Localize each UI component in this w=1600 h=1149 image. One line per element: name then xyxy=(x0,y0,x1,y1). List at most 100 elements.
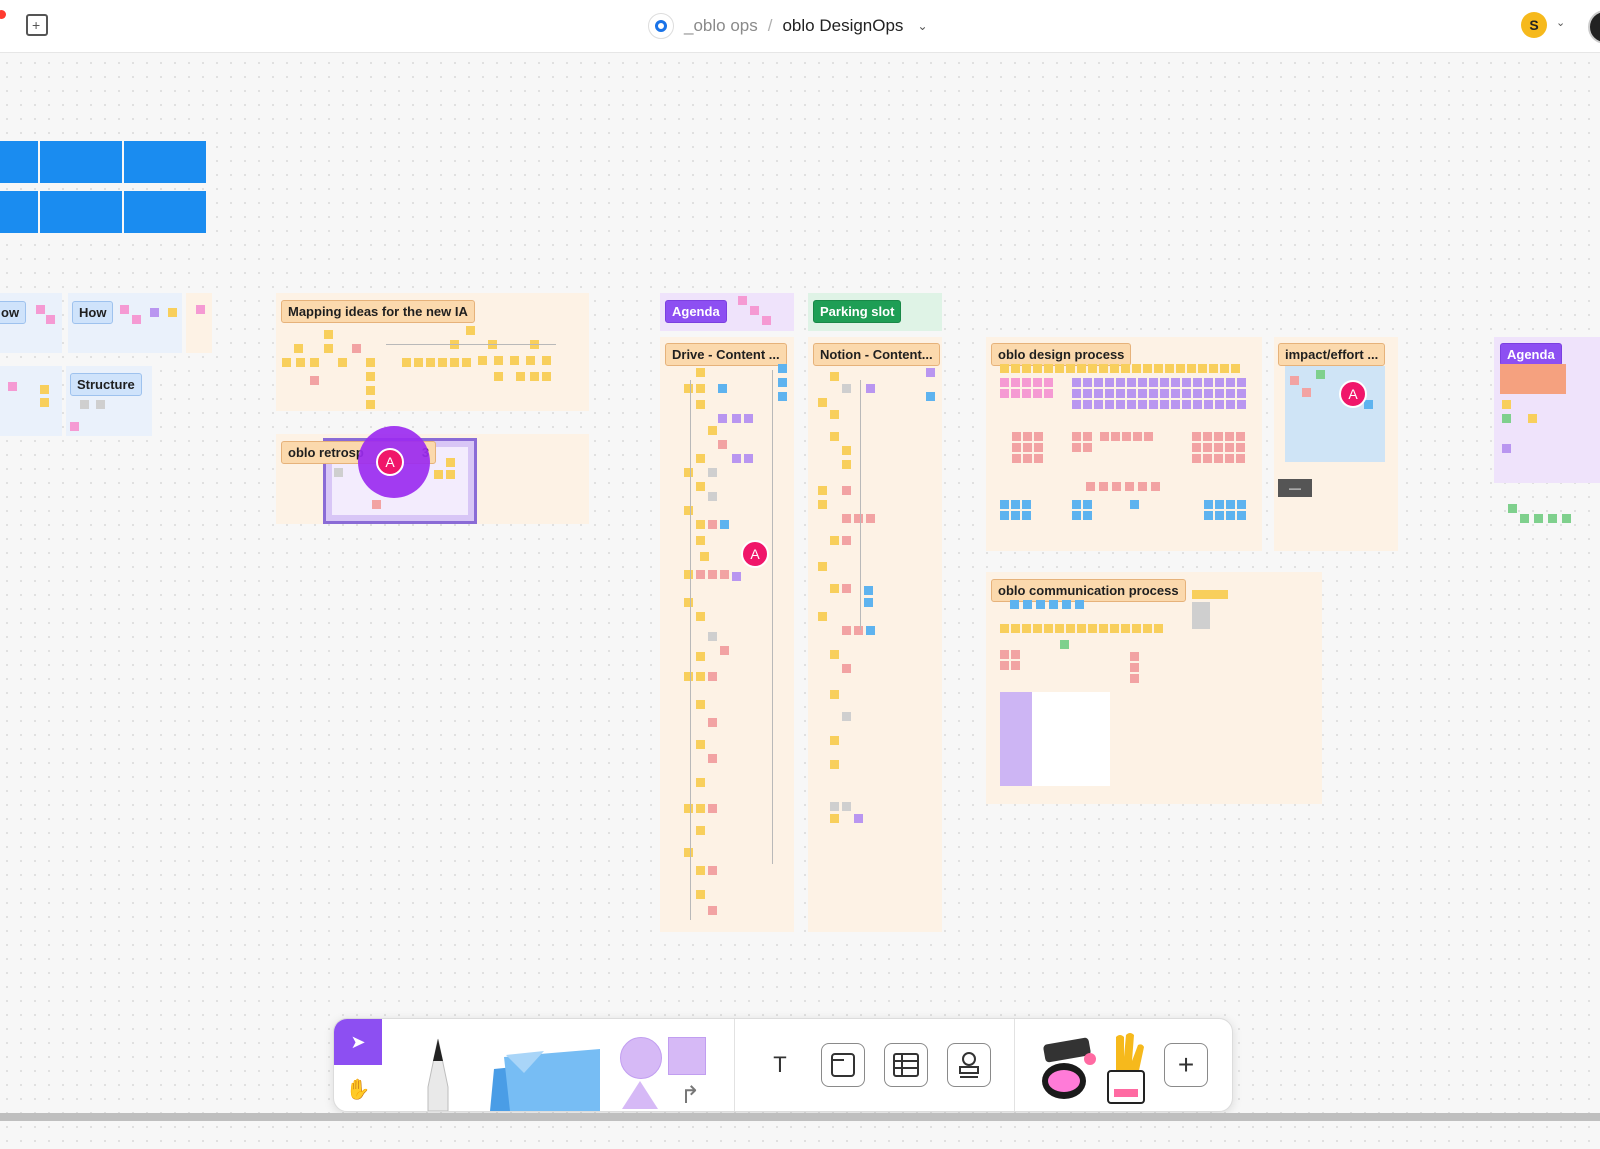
sticky-note[interactable] xyxy=(1132,364,1141,373)
sticky-note[interactable] xyxy=(1130,652,1139,661)
sticky-note[interactable] xyxy=(1508,504,1517,513)
sticky-note[interactable] xyxy=(700,552,709,561)
sticky-note[interactable] xyxy=(1154,364,1163,373)
sticky-note[interactable] xyxy=(1022,500,1031,509)
sticky-note[interactable] xyxy=(1302,388,1311,397)
sticky-note[interactable] xyxy=(1210,590,1219,599)
sticky-note[interactable] xyxy=(366,372,375,381)
sticky-note[interactable] xyxy=(450,358,459,367)
sticky-note[interactable] xyxy=(708,468,717,477)
sticky-note[interactable] xyxy=(926,368,935,377)
sticky-note[interactable] xyxy=(1012,454,1021,463)
sticky-note[interactable] xyxy=(1204,378,1213,387)
sticky-note[interactable] xyxy=(1192,443,1201,452)
blue-card[interactable] xyxy=(124,191,206,233)
sticky-note[interactable] xyxy=(1182,400,1191,409)
sticky-note[interactable] xyxy=(1214,432,1223,441)
sticky-note[interactable] xyxy=(1193,389,1202,398)
sticky-note[interactable] xyxy=(696,866,705,875)
sticky-note[interactable] xyxy=(1110,624,1119,633)
sticky-note[interactable] xyxy=(1077,364,1086,373)
sticky-note[interactable] xyxy=(1022,624,1031,633)
sticky-note[interactable] xyxy=(1138,378,1147,387)
sticky-note[interactable] xyxy=(1086,482,1095,491)
sticky-note[interactable] xyxy=(1100,432,1109,441)
sticky-note[interactable] xyxy=(1000,624,1009,633)
sticky-note[interactable] xyxy=(1130,663,1139,672)
sticky-note[interactable] xyxy=(842,626,851,635)
sticky-note[interactable] xyxy=(1364,400,1373,409)
sticky-note[interactable] xyxy=(120,305,129,314)
sticky-note[interactable] xyxy=(1125,482,1134,491)
sticky-note[interactable] xyxy=(842,664,851,673)
sticky-note[interactable] xyxy=(1187,364,1196,373)
sticky-note[interactable] xyxy=(1143,364,1152,373)
sticky-note[interactable] xyxy=(1105,400,1114,409)
sticky-note[interactable] xyxy=(684,598,693,607)
sticky-note[interactable] xyxy=(1225,454,1234,463)
sticky-note[interactable] xyxy=(1204,389,1213,398)
sticky-note[interactable] xyxy=(294,344,303,353)
sticky-note[interactable] xyxy=(696,368,705,377)
sticky-note[interactable] xyxy=(1127,389,1136,398)
frame-label-mapping[interactable]: Mapping ideas for the new IA xyxy=(281,300,475,323)
minimize-button[interactable]: — xyxy=(1278,479,1312,497)
sticky-note[interactable] xyxy=(818,486,827,495)
sticky-note[interactable] xyxy=(1231,364,1240,373)
sticky-note[interactable] xyxy=(1099,624,1108,633)
sticky-note[interactable] xyxy=(830,372,839,381)
sticky-note[interactable] xyxy=(1000,389,1009,398)
sticky-note[interactable] xyxy=(1044,364,1053,373)
sticky-note[interactable] xyxy=(684,848,693,857)
blue-card[interactable] xyxy=(40,191,122,233)
sticky-note[interactable] xyxy=(696,570,705,579)
sticky-note[interactable] xyxy=(1215,389,1224,398)
sticky-note[interactable] xyxy=(1154,624,1163,633)
sticky-note[interactable] xyxy=(1116,389,1125,398)
blue-card[interactable] xyxy=(0,141,38,183)
sticky-note[interactable] xyxy=(1083,511,1092,520)
agenda-note[interactable] xyxy=(1500,364,1566,394)
connector-arrow-icon[interactable]: ↱ xyxy=(680,1081,700,1110)
stickers-icon[interactable] xyxy=(1040,1035,1100,1105)
sticky-note[interactable] xyxy=(40,398,49,407)
sticky-note[interactable] xyxy=(1083,500,1092,509)
sticky-note[interactable] xyxy=(150,308,159,317)
sticky-note[interactable] xyxy=(1000,364,1009,373)
sticky-note[interactable] xyxy=(854,626,863,635)
sticky-note[interactable] xyxy=(1033,624,1042,633)
sticky-note[interactable] xyxy=(1112,482,1121,491)
sticky-note[interactable] xyxy=(1116,378,1125,387)
sticky-note[interactable] xyxy=(1201,602,1210,611)
sticky-note[interactable] xyxy=(1011,364,1020,373)
sticky-note[interactable] xyxy=(1204,500,1213,509)
sticky-note[interactable] xyxy=(1000,378,1009,387)
square-shape-icon[interactable] xyxy=(668,1037,706,1075)
sticky-note[interactable] xyxy=(1192,602,1201,611)
sticky-note[interactable] xyxy=(1036,600,1045,609)
sticky-note[interactable] xyxy=(1055,624,1064,633)
sticky-note[interactable] xyxy=(842,486,851,495)
sticky-note[interactable] xyxy=(1011,389,1020,398)
sticky-note[interactable] xyxy=(1000,511,1009,520)
sticky-note[interactable] xyxy=(1237,500,1246,509)
sticky-note[interactable] xyxy=(842,802,851,811)
sticky-note[interactable] xyxy=(462,358,471,367)
frame-label-communication[interactable]: oblo communication process xyxy=(991,579,1186,602)
sticky-note[interactable] xyxy=(1502,400,1511,409)
sticky-note[interactable] xyxy=(1130,500,1139,509)
sticky-note[interactable] xyxy=(1066,364,1075,373)
sticky-note[interactable] xyxy=(1144,432,1153,441)
sticky-note[interactable] xyxy=(1203,443,1212,452)
sticky-note[interactable] xyxy=(1237,378,1246,387)
sticky-note[interactable] xyxy=(854,514,863,523)
sticky-note[interactable] xyxy=(818,612,827,621)
sticky-note[interactable] xyxy=(708,672,717,681)
frame[interactable] xyxy=(186,293,212,353)
sticky-note[interactable] xyxy=(708,866,717,875)
sticky-note[interactable] xyxy=(866,514,875,523)
sticky-note[interactable] xyxy=(1075,600,1084,609)
collaborator-avatar[interactable] xyxy=(1588,10,1600,44)
frame-label-drive[interactable]: Drive - Content ... xyxy=(665,343,787,366)
sticky-note[interactable] xyxy=(1502,414,1511,423)
